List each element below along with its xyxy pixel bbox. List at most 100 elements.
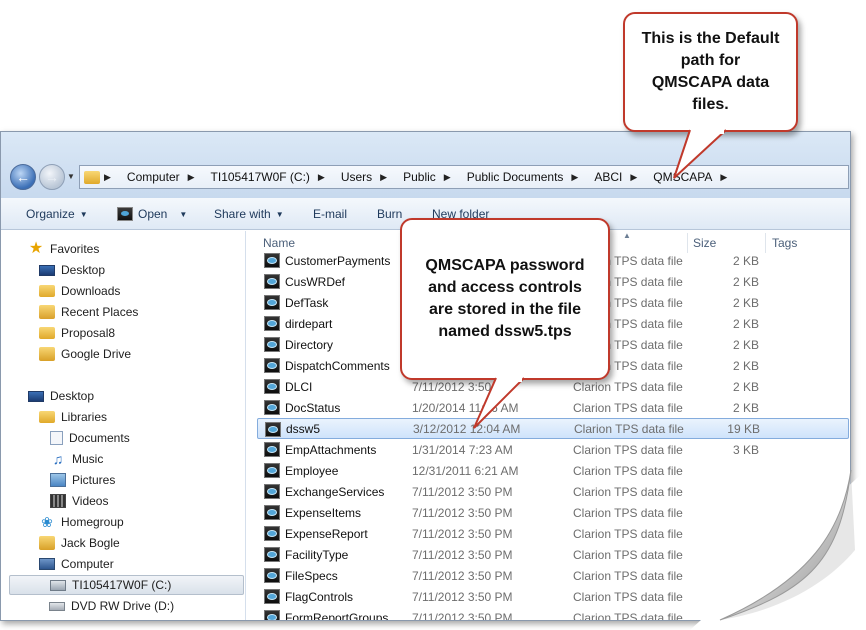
file-name: FacilityType [285, 547, 349, 562]
google-drive-icon [39, 347, 55, 361]
email-button[interactable]: E-mail [313, 207, 347, 221]
tps-file-icon [264, 610, 280, 620]
breadcrumb-abci[interactable]: ABCI [594, 170, 622, 184]
file-name: CusWRDef [285, 274, 346, 289]
nav-videos[interactable]: Videos [50, 491, 108, 511]
nav-proposal8[interactable]: Proposal8 [39, 323, 115, 343]
file-date: 1/31/2014 7:23 AM [412, 442, 513, 457]
chevron-right-icon[interactable]: ▶ [571, 172, 578, 183]
tps-file-icon [264, 295, 280, 310]
file-date: 7/11/2012 3:50 PM [412, 484, 513, 499]
recent-places-icon [39, 305, 55, 319]
nav-computer[interactable]: Computer [39, 554, 114, 574]
table-row[interactable]: dssw5 3/12/2012 12:04 AM Clarion TPS data … [257, 418, 849, 439]
file-date: 7/11/2012 3:50 PM [412, 505, 513, 520]
file-size: 2 KB [732, 295, 759, 310]
nav-drive-c[interactable]: TI105417W0F (C:) [9, 575, 244, 595]
nav-documents[interactable]: Documents [50, 428, 130, 448]
nav-recent-places[interactable]: Recent Places [39, 302, 138, 322]
file-name: Directory [285, 337, 334, 352]
caret-down-icon: ▼ [179, 209, 188, 219]
nav-music[interactable]: ♫ Music [50, 449, 104, 469]
callout-password-pointer [473, 377, 525, 429]
sort-arrow-icon: ▲ [623, 231, 631, 240]
open-button[interactable]: Open ▼ [117, 207, 187, 221]
breadcrumb-drive-c[interactable]: TI105417W0F (C:) [211, 170, 310, 184]
nav-user[interactable]: Jack Bogle [39, 533, 120, 553]
chevron-right-icon[interactable]: ▶ [380, 172, 387, 183]
nav-libraries[interactable]: Libraries [39, 407, 107, 427]
nav-homegroup[interactable]: ❀ Homegroup [39, 512, 124, 532]
burn-button[interactable]: Burn [377, 207, 402, 221]
tps-file-icon [264, 547, 280, 562]
nav-favorites[interactable]: ★ Favorites [28, 239, 100, 259]
file-name: ExpenseItems [285, 505, 362, 520]
chevron-right-icon[interactable]: ▶ [318, 172, 325, 183]
nav-google-drive[interactable]: Google Drive [39, 344, 131, 364]
videos-icon [50, 494, 66, 508]
file-size: 2 KB [732, 316, 759, 331]
desktop-icon [39, 264, 55, 276]
tps-file-icon [264, 484, 280, 499]
tps-file-icon [265, 422, 281, 437]
tps-file-icon [264, 274, 280, 289]
tps-file-icon [117, 207, 133, 221]
file-size: 3 KB [732, 442, 759, 457]
tps-file-icon [264, 589, 280, 604]
tps-file-icon [264, 505, 280, 520]
breadcrumb-public[interactable]: Public [403, 170, 436, 184]
share-with-button[interactable]: Share with ▼ [214, 207, 284, 221]
homegroup-icon: ❀ [41, 514, 53, 530]
nav-desktop-favorite[interactable]: Desktop [39, 260, 105, 280]
chevron-right-icon[interactable]: ▶ [188, 172, 195, 183]
file-type: Clarion TPS data file [573, 589, 683, 604]
nav-downloads[interactable]: Downloads [39, 281, 120, 301]
file-date: 7/11/2012 3:50 PM [412, 589, 513, 604]
downloads-folder-icon [39, 285, 55, 297]
tps-file-icon [264, 379, 280, 394]
chevron-right-icon[interactable]: ▶ [444, 172, 451, 183]
computer-icon [39, 558, 55, 570]
file-size: 2 KB [732, 400, 759, 415]
chevron-right-icon[interactable]: ▶ [630, 172, 637, 183]
file-name: FormReportGroups [285, 610, 389, 621]
back-button[interactable]: ← [10, 164, 36, 190]
tps-file-icon [264, 253, 280, 268]
star-icon: ★ [28, 240, 44, 257]
file-size: 19 KB [727, 421, 760, 436]
file-type: Clarion TPS data file [573, 568, 683, 583]
tps-file-icon [264, 316, 280, 331]
callout-default-path: This is the Default path for QMSCAPA dat… [623, 12, 798, 132]
file-name: ExchangeServices [285, 484, 385, 499]
file-type: Clarion TPS data file [573, 547, 683, 562]
callout-default-path-pointer [673, 129, 727, 179]
file-name: FileSpecs [285, 568, 338, 583]
tps-file-icon [264, 442, 280, 457]
table-row[interactable]: EmpAttachments 1/31/2014 7:23 AM Clarion T… [257, 439, 849, 460]
nav-drive-d[interactable]: DVD RW Drive (D:) [49, 596, 174, 616]
documents-icon [50, 431, 63, 445]
file-type: Clarion TPS data file [573, 526, 683, 541]
breadcrumb-computer[interactable]: Computer [127, 170, 180, 184]
pictures-icon [50, 473, 66, 487]
file-date: 7/11/2012 3:50 PM [412, 568, 513, 583]
file-name: dssw5 [286, 421, 321, 436]
file-name: dirdepart [285, 316, 333, 331]
organize-button[interactable]: Organize ▼ [26, 207, 88, 221]
forward-arrow-icon: → [45, 169, 59, 185]
file-type: Clarion TPS data file [573, 610, 683, 621]
nav-pictures[interactable]: Pictures [50, 470, 115, 490]
folder-icon [84, 170, 100, 184]
chevron-right-icon[interactable]: ▶ [104, 172, 111, 183]
recent-pages-dropdown[interactable]: ▼ [67, 172, 75, 181]
back-arrow-icon: ← [16, 169, 30, 185]
forward-button[interactable]: → [39, 164, 65, 190]
nav-desktop[interactable]: Desktop [28, 386, 94, 406]
file-date: 7/11/2012 3:50 PM [412, 610, 513, 621]
file-name: ExpenseReport [285, 526, 368, 541]
breadcrumb-public-documents[interactable]: Public Documents [467, 170, 564, 184]
file-date: 7/11/2012 3:50 PM [412, 547, 513, 562]
table-row[interactable]: DocStatus 1/20/2014 11:26 AM Clarion TPS d… [257, 397, 849, 418]
caret-down-icon: ▼ [275, 209, 284, 219]
breadcrumb-users[interactable]: Users [341, 170, 372, 184]
